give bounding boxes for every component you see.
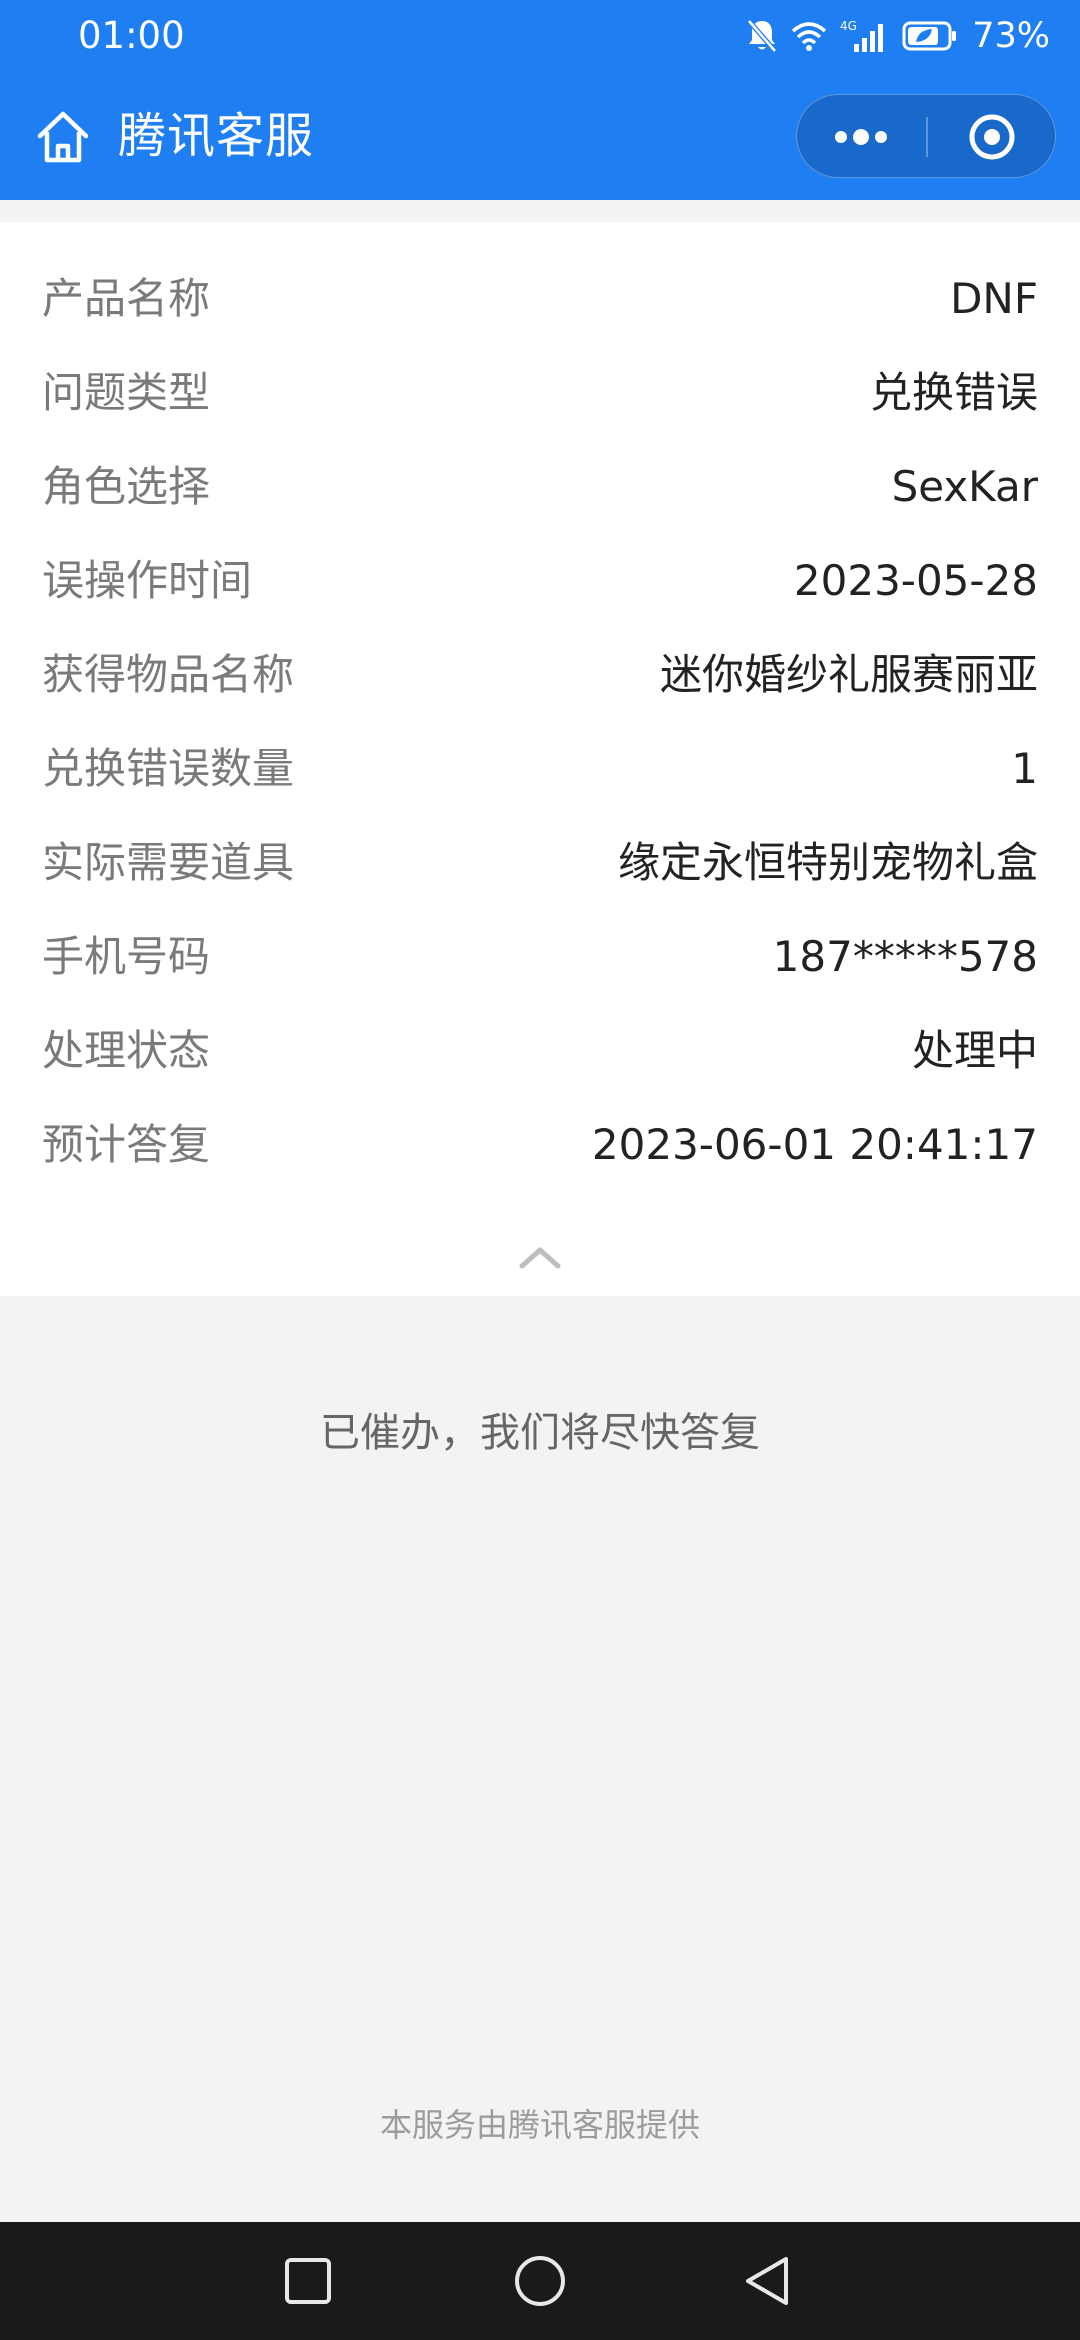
detail-row-issue-type: 问题类型 兑换错误	[0, 346, 1080, 440]
page: 01:00 4G 73% 腾讯客服 产品名称 DNF 问题类型 兑换错误 角色选…	[0, 0, 1080, 2340]
detail-label: 获得物品名称	[42, 650, 295, 699]
detail-label: 预计答复	[42, 1120, 211, 1169]
close-mini-program-icon[interactable]	[928, 95, 1057, 179]
detail-value: 迷你婚纱礼服赛丽亚	[659, 650, 1038, 699]
status-bar: 01:00 4G 73%	[0, 0, 1080, 72]
detail-row-status: 处理状态 处理中	[0, 1004, 1080, 1098]
battery-saver-icon	[902, 21, 957, 51]
status-time: 01:00	[78, 14, 185, 57]
page-title: 腾讯客服	[118, 108, 315, 164]
more-icon[interactable]	[797, 95, 925, 179]
home-icon[interactable]	[34, 108, 92, 166]
detail-label: 误操作时间	[42, 556, 253, 605]
ticket-detail-card: 产品名称 DNF 问题类型 兑换错误 角色选择 SexKar 误操作时间 202…	[0, 222, 1080, 1296]
bell-muted-icon	[747, 19, 778, 53]
signal-icon: 4G	[840, 19, 884, 52]
detail-value: 缘定永恒特别宠物礼盒	[617, 838, 1038, 887]
detail-label: 兑换错误数量	[42, 744, 295, 793]
detail-label: 处理状态	[42, 1026, 211, 1075]
detail-row-role: 角色选择 SexKar	[0, 440, 1080, 534]
detail-value: SexKar	[891, 462, 1038, 511]
footer-text: 本服务由腾讯客服提供	[379, 2106, 700, 2144]
detail-row-error-quantity: 兑换错误数量 1	[0, 722, 1080, 816]
detail-value: 187*****578	[772, 932, 1038, 981]
detail-label: 产品名称	[42, 274, 211, 323]
detail-label: 问题类型	[42, 368, 211, 417]
chevron-up-icon[interactable]	[510, 1238, 570, 1278]
recent-apps-icon[interactable]	[280, 2253, 336, 2309]
detail-row-expected-reply: 预计答复 2023-06-01 20:41:17	[0, 1098, 1080, 1192]
detail-row-product: 产品名称 DNF	[0, 252, 1080, 346]
back-icon[interactable]	[740, 2253, 796, 2309]
home-nav-icon[interactable]	[512, 2253, 568, 2309]
battery-percent: 73%	[972, 16, 1050, 56]
detail-label: 角色选择	[42, 462, 211, 511]
detail-row-item-needed: 实际需要道具 缘定永恒特别宠物礼盒	[0, 816, 1080, 910]
status-icons: 4G 73%	[746, 12, 1050, 60]
detail-value: 1	[1011, 744, 1038, 793]
detail-value: DNF	[950, 274, 1038, 323]
system-nav-bar	[0, 2222, 1080, 2340]
detail-row-item-obtained: 获得物品名称 迷你婚纱礼服赛丽亚	[0, 628, 1080, 722]
nav-bar: 腾讯客服	[0, 72, 1080, 200]
detail-value: 兑换错误	[869, 368, 1038, 417]
wifi-icon	[792, 22, 827, 51]
detail-row-error-time: 误操作时间 2023-05-28	[0, 534, 1080, 628]
detail-label: 实际需要道具	[42, 838, 295, 887]
detail-value: 2023-05-28	[793, 556, 1038, 605]
detail-row-phone: 手机号码 187*****578	[0, 910, 1080, 1004]
network-label: 4G	[840, 19, 857, 33]
urge-notice: 已催办，我们将尽快答复	[320, 1410, 760, 1456]
detail-value: 处理中	[911, 1026, 1038, 1075]
mini-program-capsule	[796, 94, 1056, 178]
detail-label: 手机号码	[42, 932, 211, 981]
detail-value: 2023-06-01 20:41:17	[591, 1120, 1038, 1169]
